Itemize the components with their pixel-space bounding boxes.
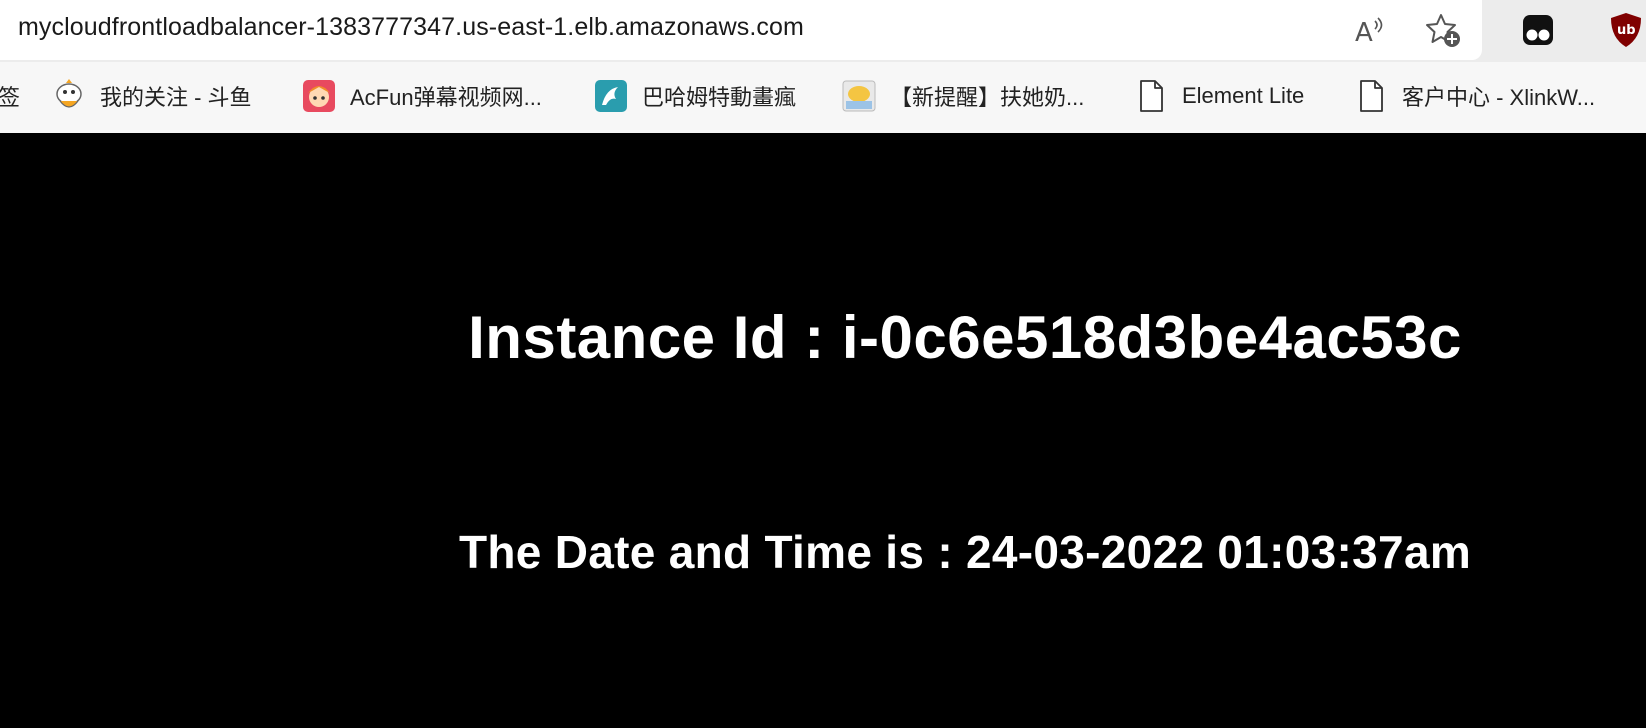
read-aloud-icon[interactable]: A <box>1351 12 1389 48</box>
bookmark-label: 客户中心 - XlinkW... <box>1402 85 1596 110</box>
bookmark-item[interactable]: Element Lite <box>1134 78 1304 114</box>
browser-chrome: mycloudfrontloadbalancer-1383777347.us-e… <box>0 0 1646 134</box>
svg-text:ub: ub <box>1617 23 1636 38</box>
add-favorite-icon[interactable] <box>1424 12 1462 48</box>
datetime-heading: The Date and Time is : 24-03-2022 01:03:… <box>458 526 1472 578</box>
bookmark-item[interactable]: AcFun弹幕视频网... <box>302 78 542 114</box>
address-bar[interactable]: mycloudfrontloadbalancer-1383777347.us-e… <box>0 0 1482 60</box>
image-favicon <box>842 79 876 113</box>
page-content: Instance Id : i-0c6e518d3be4ac53c The Da… <box>0 133 1646 728</box>
document-icon <box>1134 79 1168 113</box>
bookmark-label: 【新提醒】扶她奶... <box>890 85 1085 110</box>
instance-id-heading: Instance Id : i-0c6e518d3be4ac53c <box>468 304 1462 371</box>
bahamut-icon <box>594 79 628 113</box>
bookmark-item[interactable]: 签 <box>0 78 20 114</box>
bookmark-item[interactable]: 我的关注 - 斗鱼 <box>52 78 252 114</box>
bookmark-label: AcFun弹幕视频网... <box>350 85 542 110</box>
douyu-icon <box>52 79 86 113</box>
bookmark-item[interactable]: 【新提醒】扶她奶... <box>842 78 1084 114</box>
bookmarks-bar: 签 我的关注 - 斗鱼 AcFun弹幕视频网... 巴哈姆特動畫瘋 【新提醒】扶… <box>0 62 1646 132</box>
tampermonkey-icon[interactable] <box>1518 10 1558 50</box>
bookmark-label: 巴哈姆特動畫瘋 <box>642 85 797 110</box>
bookmark-item[interactable]: 客户中心 - XlinkW... <box>1354 78 1595 114</box>
acfun-icon <box>302 79 336 113</box>
svg-text:A: A <box>1355 18 1373 45</box>
bookmark-item[interactable]: 巴哈姆特動畫瘋 <box>594 78 796 114</box>
address-row: mycloudfrontloadbalancer-1383777347.us-e… <box>0 0 1646 62</box>
bookmark-label: 我的关注 - 斗鱼 <box>100 85 252 110</box>
ublock-origin-icon[interactable]: ub <box>1606 10 1646 50</box>
url-text[interactable]: mycloudfrontloadbalancer-1383777347.us-e… <box>18 13 804 42</box>
bookmark-label: 签 <box>0 85 21 110</box>
document-icon <box>1354 79 1388 113</box>
bookmark-label: Element Lite <box>1182 83 1305 108</box>
